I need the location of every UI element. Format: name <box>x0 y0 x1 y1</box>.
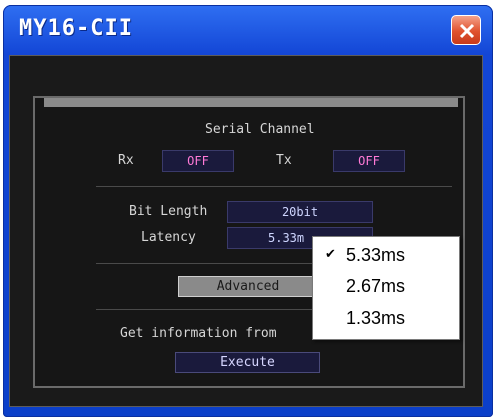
close-button[interactable] <box>451 15 481 45</box>
tx-field[interactable]: OFF <box>333 150 405 172</box>
latency-label: Latency <box>141 230 196 245</box>
latency-dropdown-menu: ✔ 5.33ms 2.67ms 1.33ms <box>312 236 460 340</box>
get-information-label: Get information from <box>120 326 277 341</box>
bit-length-field[interactable]: 20bit <box>227 201 373 223</box>
rx-label: Rx <box>118 153 134 168</box>
serial-channel-heading: Serial Channel <box>205 122 315 137</box>
panel-header-bar <box>44 98 458 107</box>
tx-label: Tx <box>276 153 292 168</box>
menu-item-label: 1.33ms <box>346 308 406 328</box>
rx-field[interactable]: OFF <box>162 150 234 172</box>
advanced-button[interactable]: Advanced <box>178 276 318 297</box>
menu-item-label: 2.67ms <box>346 276 406 296</box>
close-icon <box>459 23 475 39</box>
checkmark-icon: ✔ <box>325 246 336 261</box>
menu-item-1-33ms[interactable]: 1.33ms <box>313 304 459 334</box>
menu-item-label: 5.33ms <box>346 245 406 265</box>
execute-button[interactable]: Execute <box>175 352 320 373</box>
menu-item-5-33ms[interactable]: ✔ 5.33ms <box>313 241 459 271</box>
title-bar[interactable]: MY16-CII <box>3 5 493 57</box>
window-title: MY16-CII <box>19 16 133 41</box>
menu-item-2-67ms[interactable]: 2.67ms <box>313 272 459 302</box>
bit-length-label: Bit Length <box>129 204 208 219</box>
separator <box>96 186 452 187</box>
